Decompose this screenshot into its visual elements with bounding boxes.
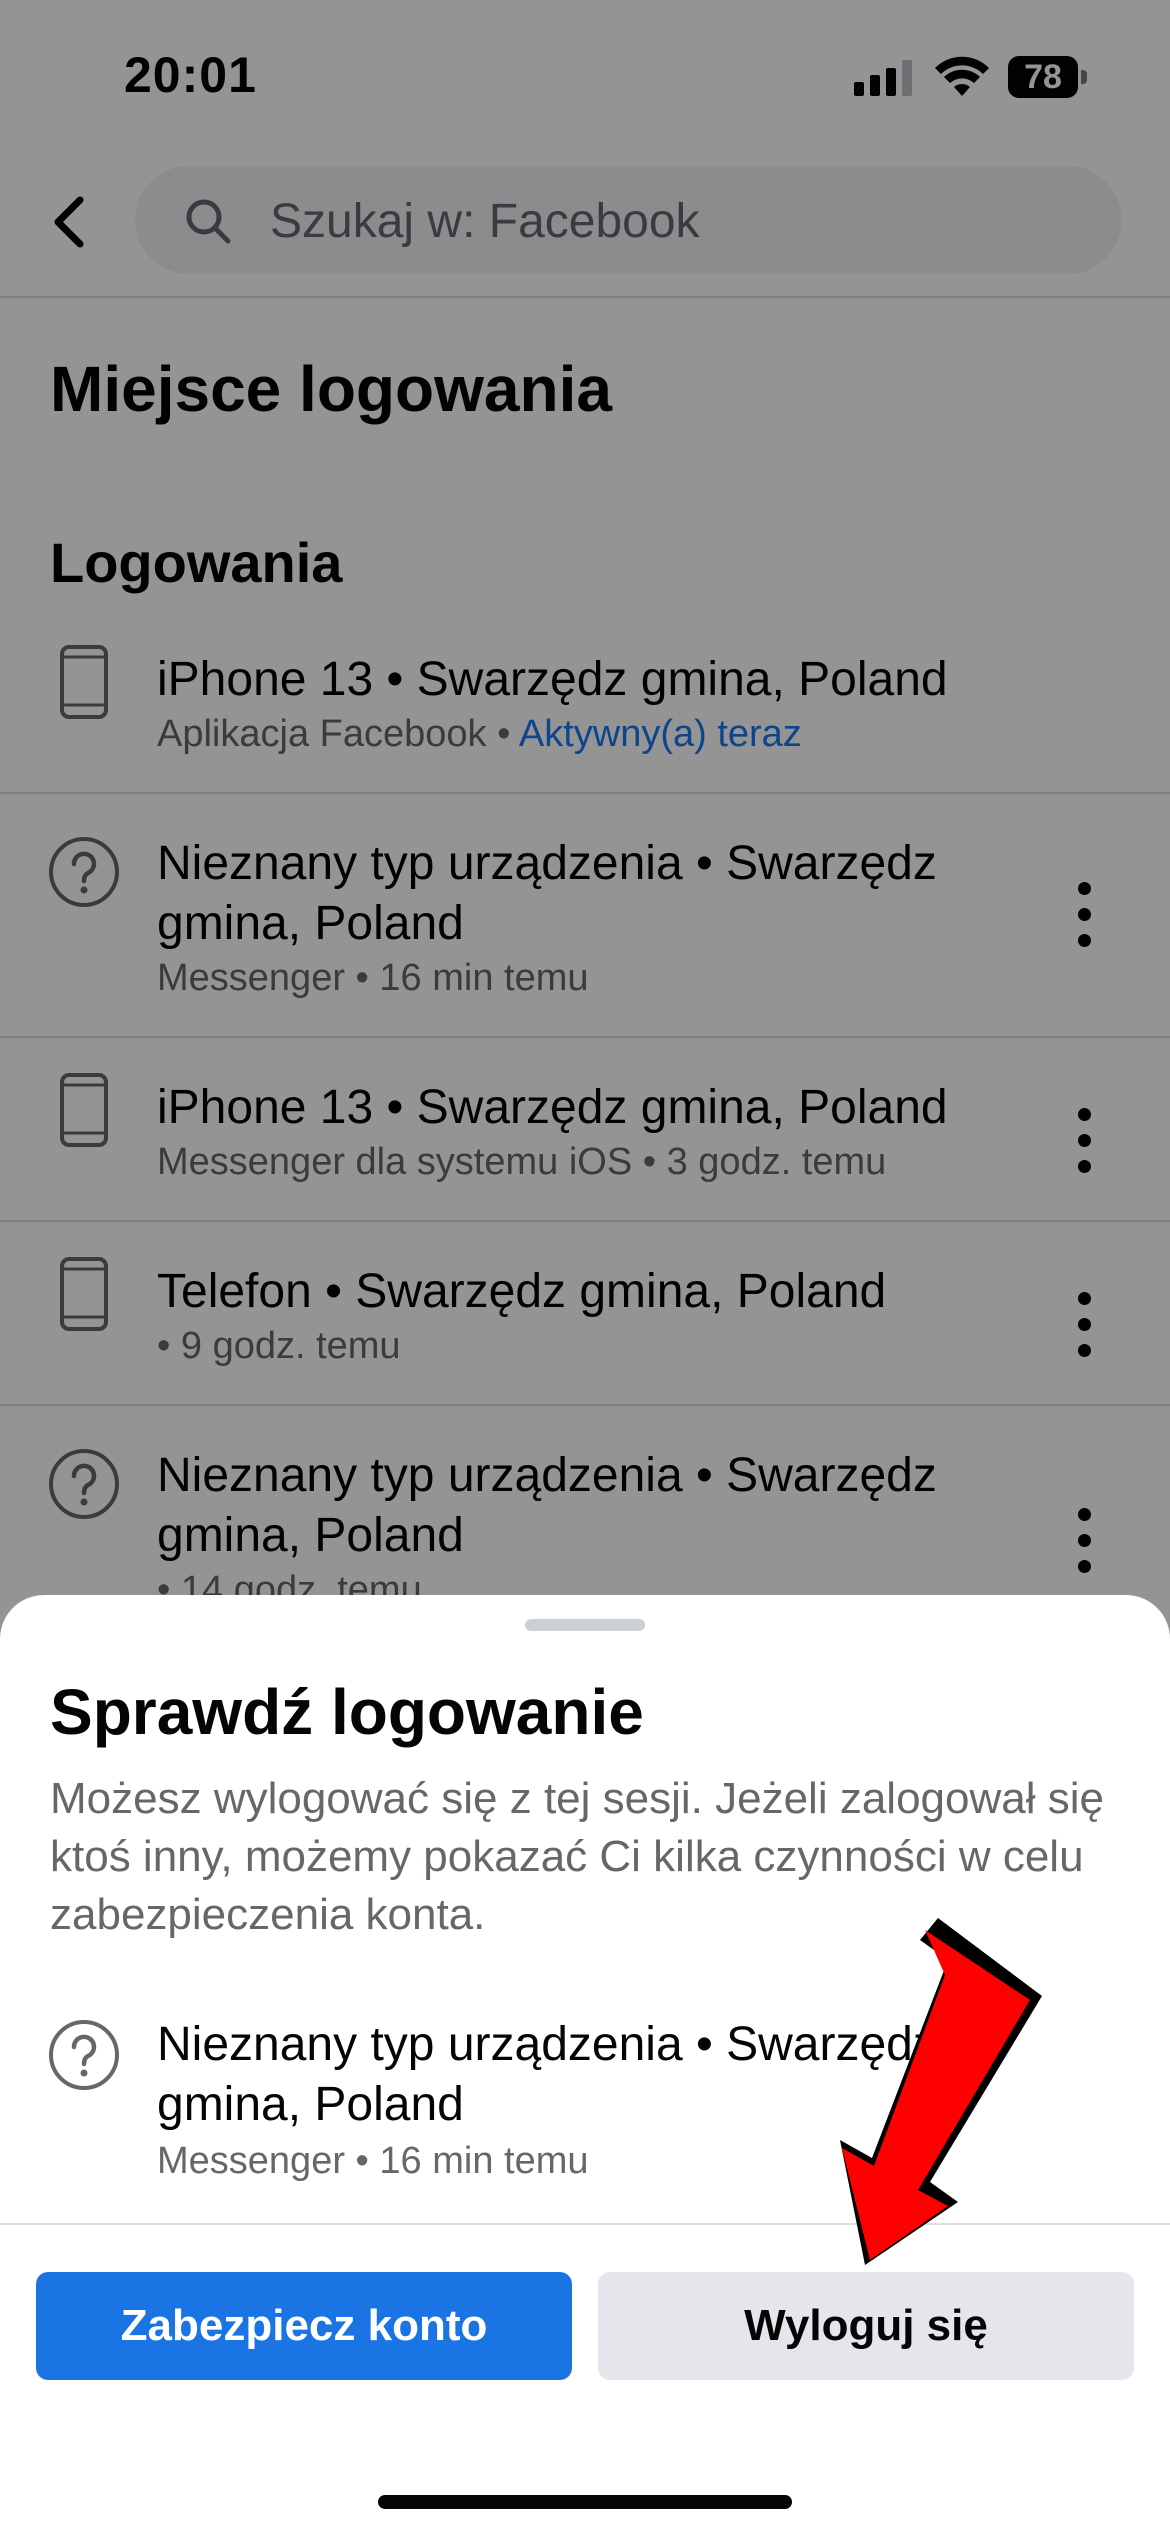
home-indicator [378,2495,792,2509]
secure-account-button[interactable]: Zabezpiecz konto [36,2272,572,2380]
bottom-sheet: Sprawdź logowanie Możesz wylogować się z… [0,1595,1170,2532]
log-out-button[interactable]: Wyloguj się [598,2272,1134,2380]
sheet-session-title: Nieznany typ urządzenia • Swarzędz gmina… [157,2018,937,2131]
sheet-title: Sprawdź logowanie [50,1676,644,1748]
question-circle-icon [49,2020,119,2090]
sheet-description: Możesz wylogować się z tej sesji. Jeżeli… [50,1774,1104,1939]
screen: 20:01 78 Szukaj w: Facebook Miejsce logo… [0,0,1170,2532]
sheet-grabber[interactable] [525,1619,645,1631]
divider [0,2223,1170,2225]
sheet-session-subtitle: Messenger • 16 min temu [157,2140,589,2182]
